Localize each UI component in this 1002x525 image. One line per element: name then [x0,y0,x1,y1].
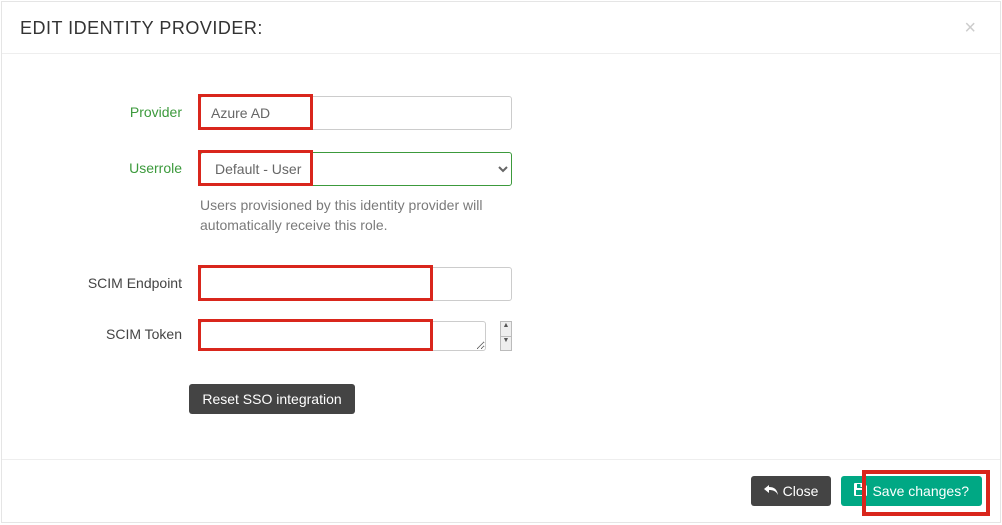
reset-row: Reset SSO integration [32,366,512,414]
modal-header: EDIT IDENTITY PROVIDER: × [2,2,1000,54]
userrole-control: Default - User [200,152,512,186]
close-button[interactable]: Close [751,476,832,506]
scim-endpoint-control [200,267,512,301]
scim-token-row: SCIM Token ▲ ▼ [32,321,970,354]
scim-token-spinner[interactable]: ▲ ▼ [500,321,512,351]
modal-footer: Close Save changes? [2,459,1000,522]
provider-control [200,96,512,130]
userrole-help-text: Users provisioned by this identity provi… [200,192,512,255]
spinner-up-icon[interactable]: ▲ [501,322,511,337]
userrole-select[interactable]: Default - User [200,152,512,186]
scim-endpoint-label: SCIM Endpoint [32,267,200,291]
save-button-label: Save changes? [872,483,969,499]
close-button-label: Close [783,483,819,499]
userrole-label: Userrole [32,152,200,176]
userrole-row: Userrole Default - User [32,152,970,186]
scim-token-label: SCIM Token [32,321,200,342]
modal-title: EDIT IDENTITY PROVIDER: [20,18,263,39]
edit-identity-provider-modal: EDIT IDENTITY PROVIDER: × Provider Userr… [1,1,1001,523]
provider-label: Provider [32,96,200,120]
scim-token-control: ▲ ▼ [200,321,512,354]
modal-body: Provider Userrole Default - User Users p… [2,54,1000,459]
reply-icon [764,483,778,499]
scim-endpoint-row: SCIM Endpoint [32,267,970,301]
save-icon [854,483,867,499]
scim-endpoint-input[interactable] [200,267,512,301]
spinner-down-icon[interactable]: ▼ [501,337,511,351]
save-changes-button[interactable]: Save changes? [841,476,982,506]
provider-row: Provider [32,96,970,130]
scim-token-input[interactable] [200,321,486,351]
reset-sso-button[interactable]: Reset SSO integration [189,384,354,414]
close-icon[interactable]: × [958,17,982,39]
userrole-help-row: Users provisioned by this identity provi… [32,192,970,255]
provider-input[interactable] [200,96,512,130]
